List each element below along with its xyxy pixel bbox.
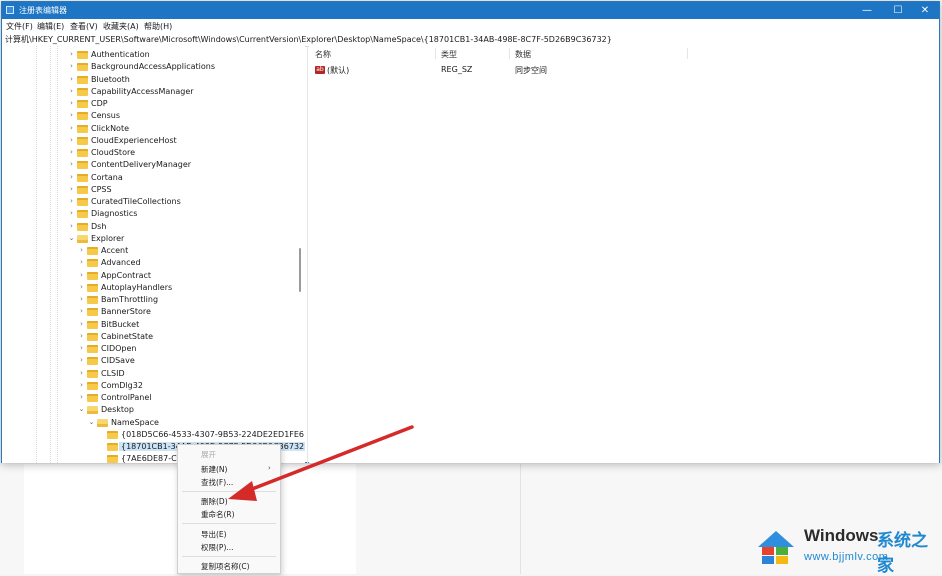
watermark-brand: Windows	[804, 526, 879, 545]
annotation-arrow-shaft	[245, 425, 414, 493]
windows-logo-icon	[758, 531, 794, 564]
annotation-arrow-head-icon	[228, 481, 257, 501]
watermark-url: www.bjjmlv.com	[804, 551, 889, 563]
annotation-overlay	[228, 425, 414, 501]
watermark: Windows 系统之家 www.bjjmlv.com	[754, 525, 940, 576]
